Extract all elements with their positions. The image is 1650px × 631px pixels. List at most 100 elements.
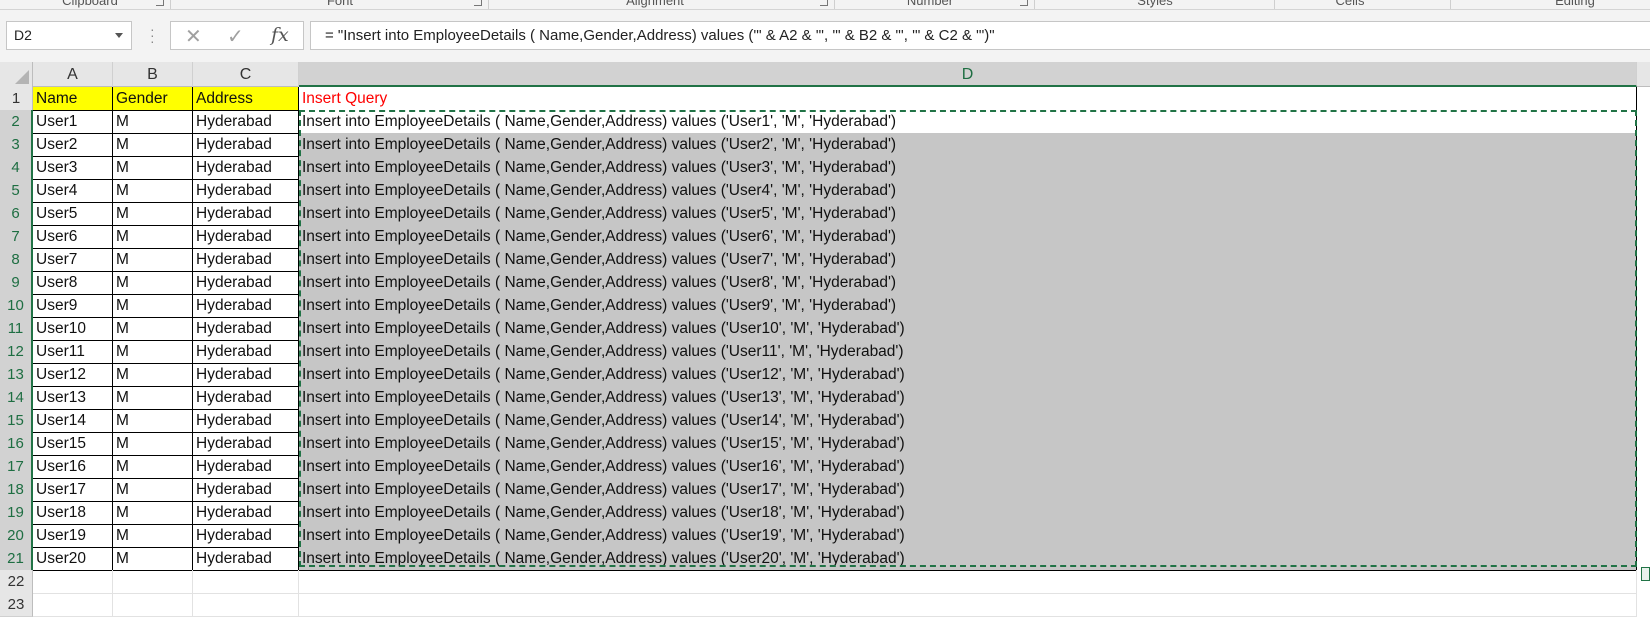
cell-a[interactable]: User7 <box>33 248 113 272</box>
cell-d[interactable]: Insert into EmployeeDetails ( Name,Gende… <box>299 524 1637 548</box>
row-header[interactable]: 17 <box>0 455 33 479</box>
cell-c[interactable]: Hyderabad <box>193 478 299 502</box>
row-header[interactable]: 3 <box>0 133 33 157</box>
row-header[interactable]: 12 <box>0 340 33 364</box>
row-header[interactable]: 20 <box>0 524 33 548</box>
cancel-icon[interactable]: ✕ <box>185 24 202 49</box>
cell-b[interactable]: M <box>113 156 193 180</box>
cell-d[interactable]: Insert into EmployeeDetails ( Name,Gende… <box>299 271 1637 295</box>
enter-icon[interactable]: ✓ <box>227 24 244 49</box>
cell-c[interactable]: Hyderabad <box>193 225 299 249</box>
cell-a[interactable]: User4 <box>33 179 113 203</box>
row-header[interactable]: 15 <box>0 409 33 433</box>
empty-cell[interactable] <box>33 570 113 594</box>
cell-b[interactable]: M <box>113 110 193 134</box>
cell-b[interactable]: M <box>113 340 193 364</box>
cell-b[interactable]: M <box>113 386 193 410</box>
cell-d[interactable]: Insert into EmployeeDetails ( Name,Gende… <box>299 363 1637 387</box>
row-header[interactable]: 10 <box>0 294 33 318</box>
cell-b[interactable]: M <box>113 478 193 502</box>
cell-b[interactable]: M <box>113 202 193 226</box>
column-header-c[interactable]: C <box>193 62 299 87</box>
cell-d[interactable]: Insert into EmployeeDetails ( Name,Gende… <box>299 317 1637 341</box>
name-box[interactable]: D2 <box>6 21 132 50</box>
cell-d[interactable]: Insert into EmployeeDetails ( Name,Gende… <box>299 110 1637 134</box>
cell-b[interactable]: M <box>113 432 193 456</box>
cell-d[interactable]: Insert into EmployeeDetails ( Name,Gende… <box>299 225 1637 249</box>
cell-c[interactable]: Hyderabad <box>193 248 299 272</box>
cell-c[interactable]: Hyderabad <box>193 317 299 341</box>
cell-a[interactable]: User5 <box>33 202 113 226</box>
cell-c[interactable]: Hyderabad <box>193 501 299 525</box>
cell-b[interactable]: M <box>113 317 193 341</box>
cell-a[interactable]: User18 <box>33 501 113 525</box>
cell-d[interactable]: Insert into EmployeeDetails ( Name,Gende… <box>299 156 1637 180</box>
cell-b[interactable]: M <box>113 455 193 479</box>
cell-d[interactable]: Insert into EmployeeDetails ( Name,Gende… <box>299 202 1637 226</box>
empty-cell[interactable] <box>33 593 113 617</box>
cell-c[interactable]: Hyderabad <box>193 547 299 571</box>
cell-c[interactable]: Hyderabad <box>193 455 299 479</box>
cell-d[interactable]: Insert into EmployeeDetails ( Name,Gende… <box>299 294 1637 318</box>
select-all-button[interactable] <box>0 62 33 87</box>
cell-b[interactable]: M <box>113 524 193 548</box>
empty-cell[interactable] <box>193 570 299 594</box>
row-header[interactable]: 22 <box>0 570 33 594</box>
cell-a[interactable]: User10 <box>33 317 113 341</box>
more-options-icon[interactable]: · · · <box>150 22 155 48</box>
row-header[interactable]: 21 <box>0 547 33 571</box>
row-header[interactable]: 1 <box>0 87 33 111</box>
cell-c[interactable]: Hyderabad <box>193 179 299 203</box>
row-header[interactable]: 4 <box>0 156 33 180</box>
cell-c[interactable]: Hyderabad <box>193 110 299 134</box>
column-header-d[interactable]: D <box>299 62 1637 87</box>
cell-b[interactable]: M <box>113 363 193 387</box>
cell-d[interactable]: Insert into EmployeeDetails ( Name,Gende… <box>299 133 1637 157</box>
cell-a[interactable]: User17 <box>33 478 113 502</box>
empty-cell[interactable] <box>113 570 193 594</box>
chevron-down-icon[interactable] <box>115 33 123 38</box>
font-dialog-launcher-icon[interactable] <box>474 0 482 6</box>
row-header[interactable]: 2 <box>0 110 33 134</box>
cell-c[interactable]: Hyderabad <box>193 524 299 548</box>
formula-input[interactable]: = "Insert into EmployeeDetails ( Name,Ge… <box>310 21 1650 50</box>
cell-b[interactable]: M <box>113 501 193 525</box>
cell-d[interactable]: Insert into EmployeeDetails ( Name,Gende… <box>299 386 1637 410</box>
cell-d[interactable]: Insert into EmployeeDetails ( Name,Gende… <box>299 340 1637 364</box>
cell-c[interactable]: Hyderabad <box>193 133 299 157</box>
cell-a[interactable]: User2 <box>33 133 113 157</box>
cell-c[interactable]: Hyderabad <box>193 409 299 433</box>
empty-cell[interactable] <box>193 593 299 617</box>
cell-d1[interactable]: Insert Query <box>299 87 1637 111</box>
cell-a[interactable]: User3 <box>33 156 113 180</box>
alignment-dialog-launcher-icon[interactable] <box>820 0 828 6</box>
row-header[interactable]: 18 <box>0 478 33 502</box>
clipboard-dialog-launcher-icon[interactable] <box>156 0 164 6</box>
row-header[interactable]: 16 <box>0 432 33 456</box>
cell-b[interactable]: M <box>113 547 193 571</box>
row-header[interactable]: 14 <box>0 386 33 410</box>
cell-c[interactable]: Hyderabad <box>193 340 299 364</box>
cell-a1[interactable]: Name <box>33 87 113 111</box>
cell-d[interactable]: Insert into EmployeeDetails ( Name,Gende… <box>299 501 1637 525</box>
cell-a[interactable]: User11 <box>33 340 113 364</box>
cell-d[interactable]: Insert into EmployeeDetails ( Name,Gende… <box>299 478 1637 502</box>
cell-c[interactable]: Hyderabad <box>193 432 299 456</box>
cell-a[interactable]: User20 <box>33 547 113 571</box>
cell-d[interactable]: Insert into EmployeeDetails ( Name,Gende… <box>299 409 1637 433</box>
cell-b[interactable]: M <box>113 225 193 249</box>
cell-c[interactable]: Hyderabad <box>193 271 299 295</box>
cell-a[interactable]: User9 <box>33 294 113 318</box>
empty-cell[interactable] <box>299 570 1637 594</box>
cell-c[interactable]: Hyderabad <box>193 156 299 180</box>
cell-a[interactable]: User13 <box>33 386 113 410</box>
insert-function-icon[interactable]: fx <box>271 24 289 46</box>
cell-d[interactable]: Insert into EmployeeDetails ( Name,Gende… <box>299 179 1637 203</box>
cell-d[interactable]: Insert into EmployeeDetails ( Name,Gende… <box>299 455 1637 479</box>
row-header[interactable]: 6 <box>0 202 33 226</box>
cell-c[interactable]: Hyderabad <box>193 202 299 226</box>
cell-c[interactable]: Hyderabad <box>193 386 299 410</box>
cell-b[interactable]: M <box>113 409 193 433</box>
cell-c[interactable]: Hyderabad <box>193 363 299 387</box>
cell-a[interactable]: User15 <box>33 432 113 456</box>
